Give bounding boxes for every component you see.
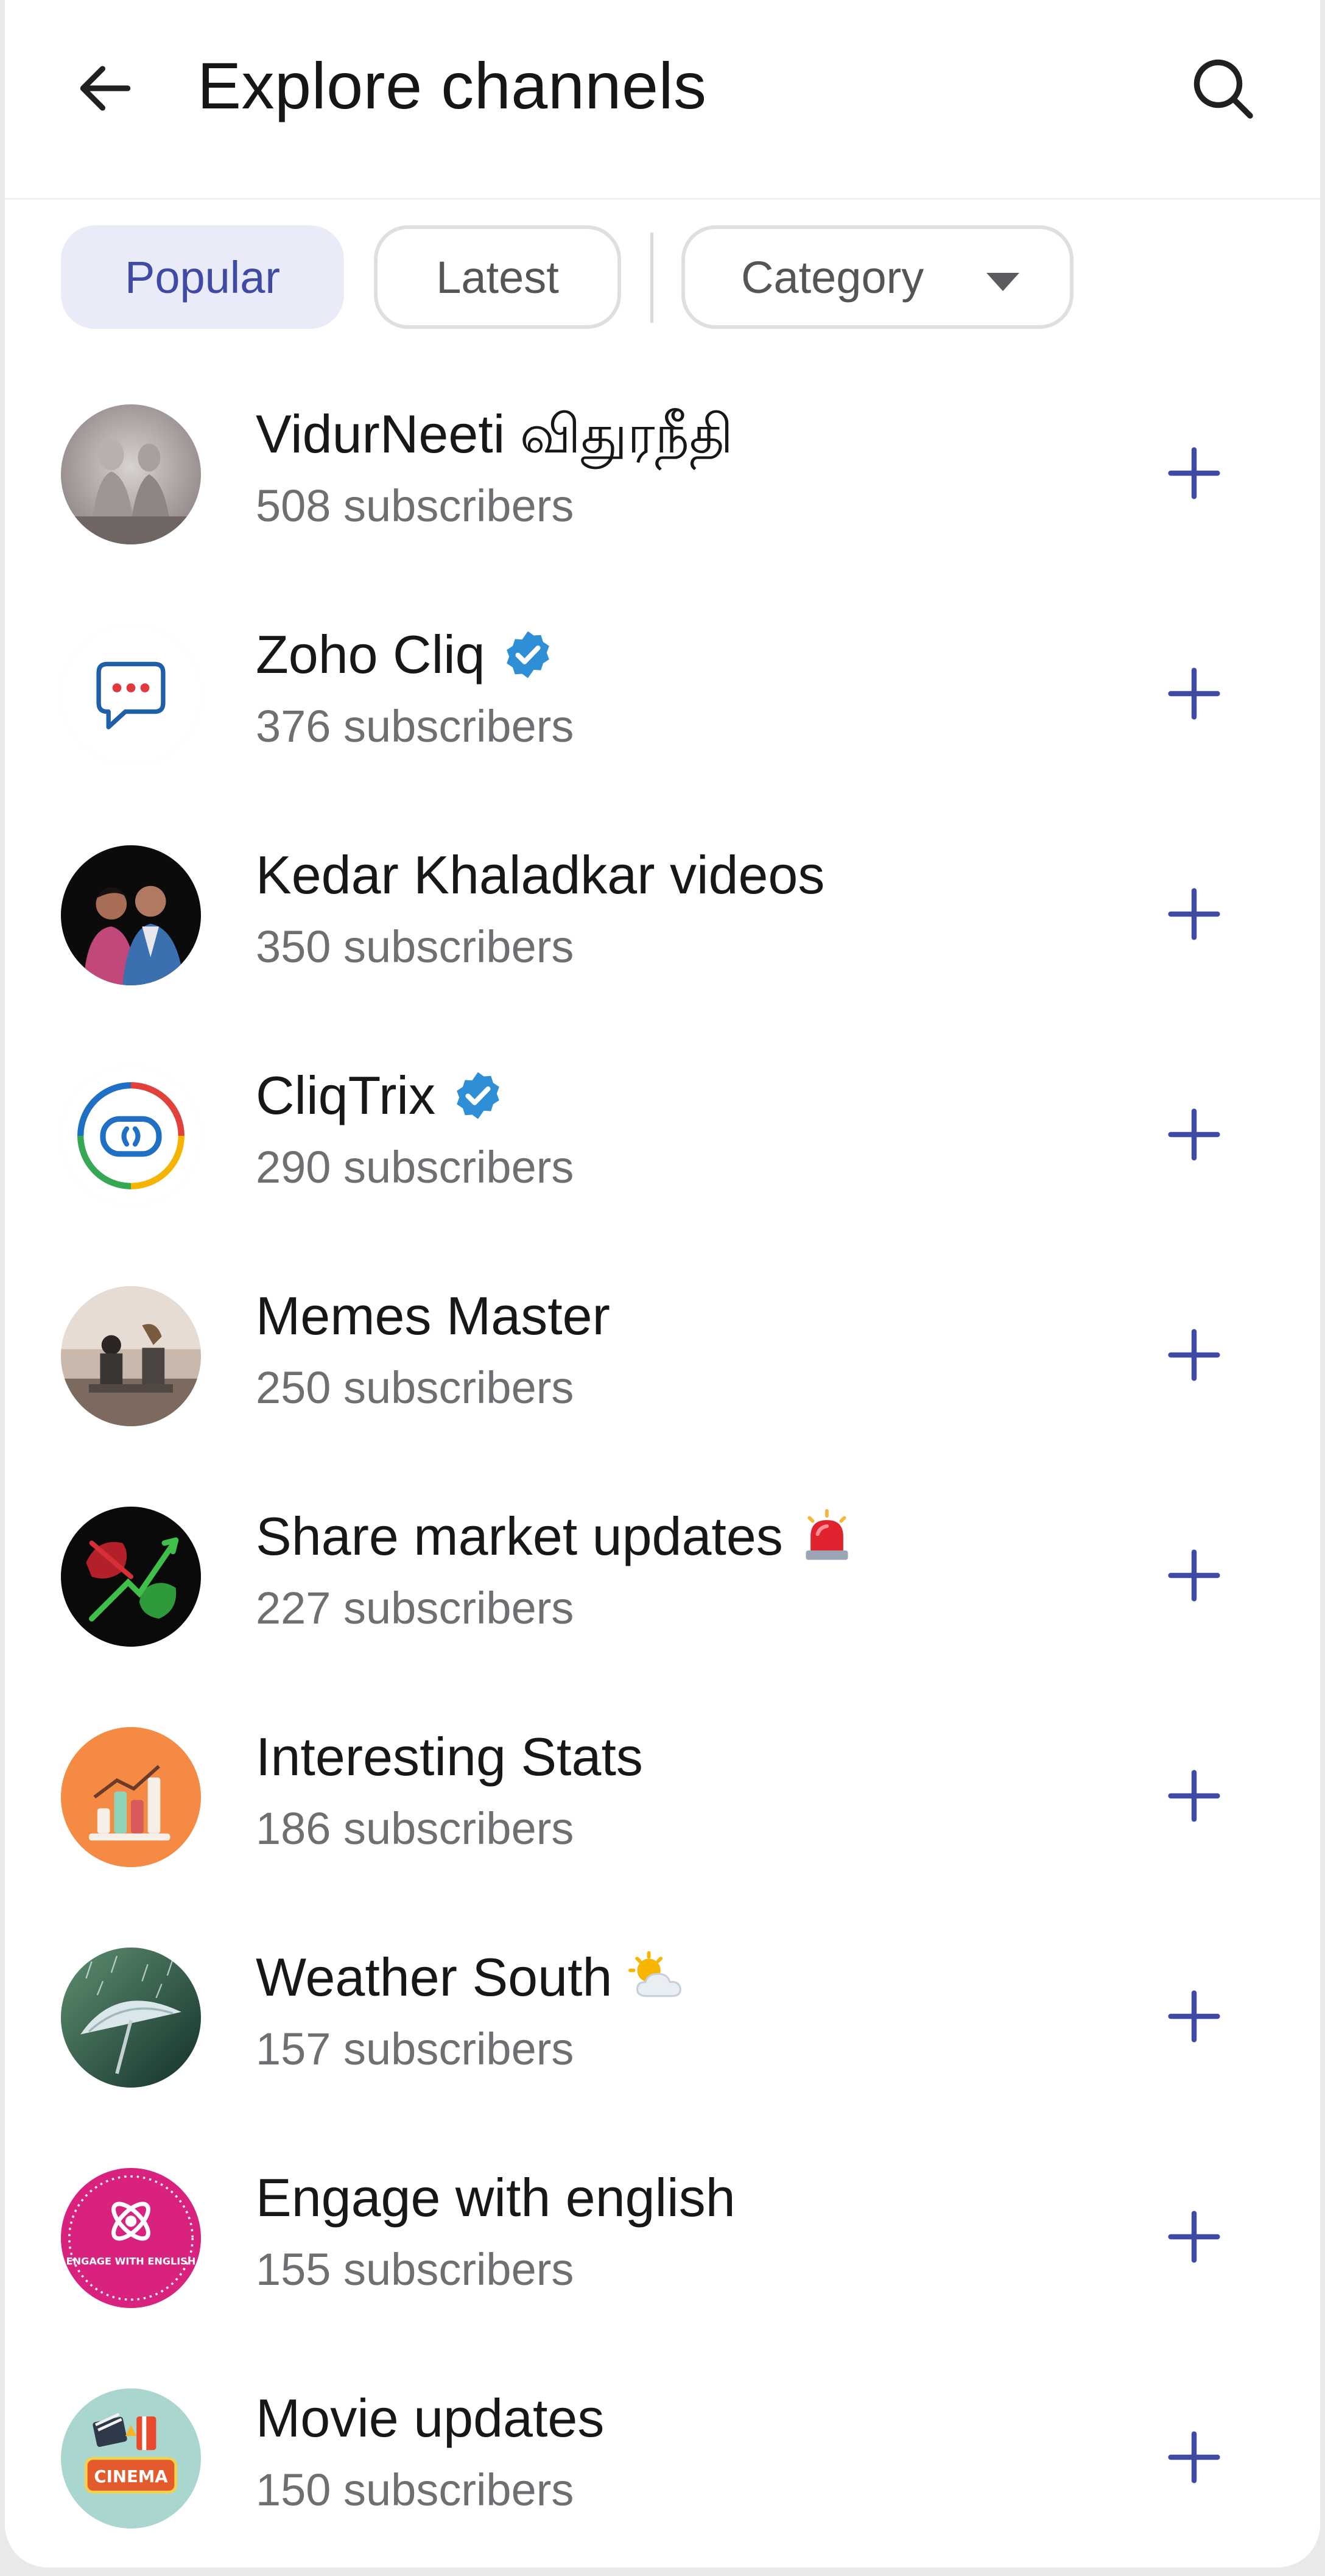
chip-divider	[650, 233, 653, 323]
join-channel-button[interactable]	[1155, 654, 1234, 733]
verified-badge-icon	[506, 631, 549, 678]
channel-row[interactable]: Kedar Khaladkar videos 350 subscribers	[5, 806, 1320, 1027]
search-icon	[1193, 59, 1253, 119]
verified-badge-icon	[457, 1072, 499, 1119]
meme-photo-avatar	[61, 1286, 201, 1426]
channel-name: Kedar Khaladkar videos	[256, 845, 825, 905]
channel-row[interactable]: Memes Master 250 subscribers	[5, 1247, 1320, 1468]
channel-row[interactable]: ENGAGE WITH ENGLISH Engage with english …	[5, 2129, 1320, 2349]
bull-bear-avatar	[61, 1507, 201, 1647]
engage-logo-avatar: ENGAGE WITH ENGLISH	[61, 2168, 201, 2308]
plus-icon	[1168, 2431, 1220, 2483]
chat-bubble-avatar	[61, 625, 201, 765]
chip-popular[interactable]: Popular	[61, 225, 344, 329]
dropdown-caret-icon	[986, 273, 1019, 291]
channel-row[interactable]: Share market updates 227 subscribers	[5, 1468, 1320, 1688]
subscriber-count: 157 subscribers	[256, 2024, 574, 2074]
join-channel-button[interactable]	[1155, 1977, 1234, 2056]
join-channel-button[interactable]	[1155, 1315, 1234, 1395]
channel-row[interactable]: CliqTrix 290 subscribers	[5, 1027, 1320, 1247]
channel-name: Weather South	[256, 1946, 689, 2008]
subscriber-count: 508 subscribers	[256, 480, 574, 531]
filter-chips: Popular Latest Category	[5, 225, 1320, 335]
join-channel-button[interactable]	[1155, 434, 1234, 513]
channel-name: Engage with english	[256, 2167, 736, 2228]
arrow-left-icon	[80, 66, 131, 111]
bar-chart-avatar	[61, 1727, 201, 1867]
engage-avatar-text: ENGAGE WITH ENGLISH	[66, 2256, 196, 2267]
cinema-logo-avatar: CINEMA	[61, 2388, 201, 2528]
cinema-avatar-text: CINEMA	[94, 2466, 168, 2486]
subscriber-count: 250 subscribers	[256, 1362, 574, 1413]
channel-row[interactable]: CINEMA Movie updates 150 subscribers	[5, 2349, 1320, 2567]
channel-row[interactable]: Weather South 157 subscribers	[5, 1909, 1320, 2129]
umbrella-rain-avatar	[61, 1948, 201, 2088]
app-bar: Explore channels	[5, 0, 1320, 200]
bot-logo-avatar	[61, 1066, 201, 1206]
explore-channels-screen: Explore channels Popular Latest Category	[5, 0, 1320, 2567]
plus-icon	[1168, 1770, 1220, 1822]
plus-icon	[1168, 447, 1220, 499]
channel-name: Zoho Cliq	[256, 624, 555, 686]
plus-icon	[1168, 1108, 1220, 1161]
join-channel-button[interactable]	[1155, 1536, 1234, 1615]
page-title: Explore channels	[197, 49, 707, 122]
channel-name: Memes Master	[256, 1286, 610, 1346]
plus-icon	[1168, 667, 1220, 720]
plus-icon	[1168, 1329, 1220, 1381]
join-channel-button[interactable]	[1155, 2197, 1234, 2276]
channel-name: CliqTrix	[256, 1065, 505, 1127]
channel-name: Share market updates	[256, 1505, 855, 1568]
subscriber-count: 376 subscribers	[256, 701, 574, 751]
couple-photo-avatar	[61, 845, 201, 985]
join-channel-button[interactable]	[1155, 1756, 1234, 1835]
channel-name: VidurNeeti விதுரநீதி	[256, 404, 734, 464]
subscriber-count: 227 subscribers	[256, 1583, 574, 1633]
join-channel-button[interactable]	[1155, 875, 1234, 954]
channel-row[interactable]: VidurNeeti விதுரநீதி 508 subscribers	[5, 365, 1320, 586]
channel-row[interactable]: Interesting Stats 186 subscribers	[5, 1688, 1320, 1909]
subscriber-count: 186 subscribers	[256, 1803, 574, 1854]
plus-icon	[1168, 2211, 1220, 2263]
siren-emoji-icon	[806, 1508, 848, 1560]
subscriber-count: 350 subscribers	[256, 921, 574, 972]
chip-latest[interactable]: Latest	[374, 225, 621, 329]
join-channel-button[interactable]	[1155, 2418, 1234, 2497]
search-button[interactable]	[1183, 49, 1262, 128]
chip-category[interactable]: Category	[681, 225, 1074, 329]
statue-avatar	[61, 404, 201, 544]
channel-row[interactable]: Zoho Cliq 376 subscribers	[5, 586, 1320, 806]
channel-name: Movie updates	[256, 2388, 605, 2448]
back-button[interactable]	[66, 55, 145, 122]
subscriber-count: 290 subscribers	[256, 1142, 574, 1192]
sun-cloud-emoji-icon	[628, 1951, 682, 1997]
chip-category-label: Category	[741, 252, 924, 303]
join-channel-button[interactable]	[1155, 1095, 1234, 1174]
subscriber-count: 155 subscribers	[256, 2244, 574, 2295]
subscriber-count: 150 subscribers	[256, 2465, 574, 2515]
plus-icon	[1168, 1990, 1220, 2043]
channel-name: Interesting Stats	[256, 1726, 643, 1787]
plus-icon	[1168, 888, 1220, 940]
plus-icon	[1168, 1549, 1220, 1602]
